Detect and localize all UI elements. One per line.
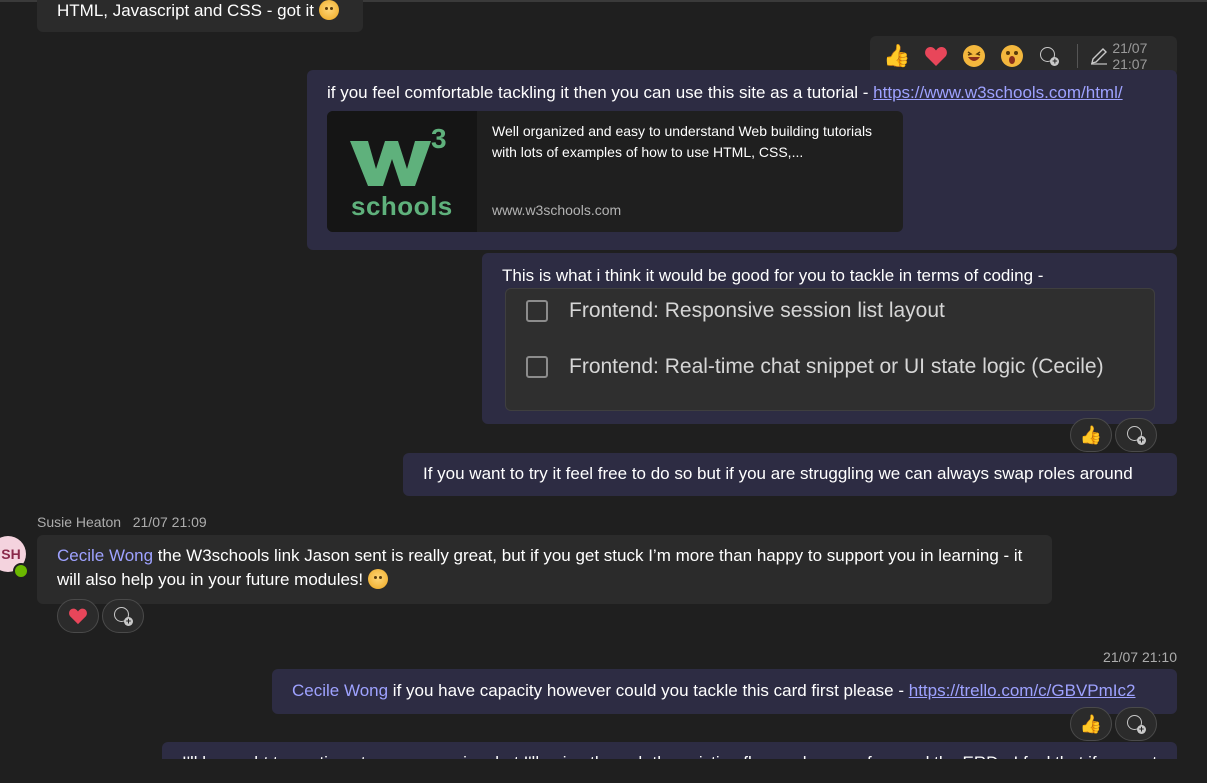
thumbs-up-reaction-pill[interactable]: 👍 (1070, 418, 1112, 452)
viewport-bottom-mask (0, 759, 1207, 783)
message-text: If you want to try it feel free to do so… (423, 464, 1133, 483)
heart-icon (69, 608, 87, 625)
message-text: This is what i think it would be good fo… (502, 266, 1044, 285)
link-preview-domain: www.w3schools.com (492, 202, 622, 218)
surprised-reaction-icon[interactable] (1000, 43, 1024, 69)
trello-link[interactable]: https://trello.com/c/GBVPmIc2 (909, 681, 1136, 700)
message-time: 21/07 21:10 (1103, 649, 1177, 665)
w3schools-link[interactable]: https://www.w3schools.com/html/ (873, 83, 1122, 102)
message-text: the W3schools link Jason sent is really … (57, 546, 1023, 589)
edit-pencil-icon[interactable] (1088, 43, 1111, 69)
mention[interactable]: Cecile Wong (292, 681, 388, 700)
presence-available-icon (13, 563, 29, 579)
message-bubble[interactable]: HTML, Javascript and CSS - got it (37, 0, 363, 32)
mention[interactable]: Cecile Wong (57, 546, 153, 565)
toolbar-divider (1076, 44, 1078, 68)
add-reaction-icon: + (1126, 714, 1146, 734)
add-reaction-icon[interactable]: + (1038, 43, 1061, 69)
logo-superscript: 3 (431, 123, 447, 154)
task-label: Frontend: Real-time chat snippet or UI s… (569, 355, 1104, 378)
message-bubble[interactable]: Cecile Wong if you have capacity however… (272, 669, 1177, 714)
thumbs-up-icon: 👍 (1079, 424, 1103, 445)
message-text: if you have capacity however could you t… (388, 681, 909, 700)
laugh-reaction-icon[interactable] (962, 43, 986, 69)
edited-timestamp: 21/07 21:07 (1112, 40, 1148, 72)
message-bubble[interactable]: If you want to try it feel free to do so… (403, 453, 1177, 496)
task-label: Frontend: Responsive session list layout (569, 299, 945, 322)
thumbs-up-icon: 👍 (1079, 713, 1103, 734)
heart-reaction-pill[interactable] (57, 599, 99, 633)
add-reaction-button[interactable]: + (1115, 418, 1157, 452)
smile-emoji-icon (318, 0, 339, 20)
smile-emoji-icon (367, 569, 388, 589)
thumbs-up-reaction-pill[interactable]: 👍 (1070, 707, 1112, 741)
heart-reaction-icon[interactable] (924, 43, 948, 69)
add-reaction-icon: + (1126, 425, 1146, 445)
message-text: if you feel comfortable tackling it then… (327, 83, 874, 102)
link-preview-card[interactable]: 3 schools Well organized and easy to und… (327, 111, 903, 232)
task-checkbox[interactable] (526, 300, 548, 322)
message-header: Susie Heaton 21/07 21:09 (37, 514, 207, 530)
task-item[interactable]: Frontend: Responsive session list layout (526, 299, 945, 323)
add-reaction-button[interactable]: + (1115, 707, 1157, 741)
link-preview-description: Well organized and easy to understand We… (492, 123, 873, 160)
thumbs-up-reaction-icon[interactable]: 👍 (883, 43, 910, 69)
message-bubble[interactable]: Cecile Wong the W3schools link Jason sen… (37, 535, 1052, 604)
chat-window: HTML, Javascript and CSS - got it 👍 + 21… (0, 0, 1207, 783)
task-list: Frontend: Responsive session list layout… (505, 288, 1155, 411)
add-reaction-button[interactable]: + (102, 599, 144, 633)
task-checkbox[interactable] (526, 356, 548, 378)
message-time: 21/07 21:09 (132, 514, 207, 530)
w3schools-logo: 3 schools (327, 111, 477, 232)
message-text: HTML, Javascript and CSS - got it (57, 1, 314, 20)
sender-name[interactable]: Susie Heaton (37, 514, 121, 530)
add-reaction-icon: + (113, 606, 133, 626)
logo-wordmark: schools (351, 191, 453, 221)
task-item[interactable]: Frontend: Real-time chat snippet or UI s… (526, 355, 1104, 379)
